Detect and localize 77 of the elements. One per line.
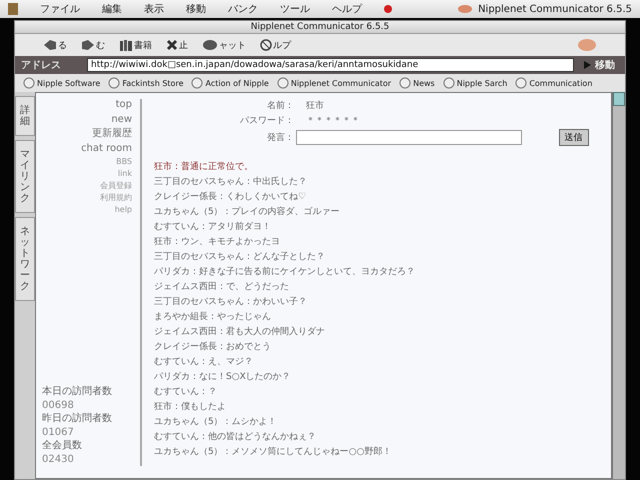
side-tab[interactable]: ネットワーク bbox=[15, 217, 35, 301]
chat-message: 狂市：僕もしたよ bbox=[154, 400, 227, 414]
books-icon bbox=[119, 39, 133, 51]
toolbar-button[interactable]: む bbox=[81, 38, 105, 52]
chat-message: ユカちゃん（5）：ムシかよ！ bbox=[154, 416, 278, 429]
bookmark-link[interactable]: Fackintsh Store bbox=[108, 77, 184, 89]
toolbar-button[interactable]: る bbox=[43, 38, 67, 52]
toolbar-button[interactable]: 書籍 bbox=[119, 38, 152, 52]
bookmark-link[interactable]: Nipple Software bbox=[23, 77, 100, 89]
toolbar-button[interactable]: ャット bbox=[202, 38, 246, 52]
stat-value: 02430 bbox=[42, 452, 75, 466]
chat-message: 三丁目のセバスちゃん：中出氏した？ bbox=[154, 176, 308, 189]
bookmark-icon bbox=[399, 77, 412, 89]
bookmark-icon bbox=[442, 77, 455, 89]
toolbar-button[interactable]: 止 bbox=[166, 38, 188, 52]
menu-item[interactable]: ヘルプ bbox=[332, 2, 362, 16]
app-title: Nipplenet Communicator 6.5.5 bbox=[478, 4, 632, 14]
chat-message: クレイジー係長：くわしくかいてね♡ bbox=[154, 190, 308, 204]
password-value: ＊＊＊＊＊＊ bbox=[305, 115, 361, 127]
bookmark-icon bbox=[515, 77, 528, 89]
stat-label: 全会員数 bbox=[42, 439, 83, 452]
address-label: アドレス bbox=[21, 59, 62, 72]
chat-message: ジェイムス西田：君も大人の仲間入りダナ bbox=[154, 326, 326, 339]
stat-label: 昨日の訪問者数 bbox=[42, 412, 113, 426]
name-label: 名前： bbox=[266, 100, 294, 112]
bookmark-icon bbox=[108, 77, 120, 89]
toolbar-button[interactable]: ルプ bbox=[260, 38, 291, 52]
cross-icon bbox=[166, 39, 178, 51]
menu-item[interactable]: ファイル bbox=[40, 2, 80, 16]
bookmark-icon bbox=[276, 77, 289, 89]
chat-message: まろやか組長：やったじゃん bbox=[154, 310, 272, 324]
play-icon bbox=[584, 61, 591, 69]
chat-message: むすていん：え、マジ？ bbox=[154, 356, 254, 369]
chat-message: 狂市：ウン、キモチよかったヨ bbox=[154, 236, 281, 249]
chat-message: パリダカ：なに！S○Xしたのか？ bbox=[154, 370, 292, 384]
nav-link[interactable]: 更新履歴 bbox=[92, 128, 132, 140]
chat-message: ジェイムス西田：で、どうだった bbox=[154, 281, 290, 294]
record-icon bbox=[384, 5, 392, 13]
window-title: Nipplenet Communicator 6.5.5 bbox=[250, 22, 390, 32]
stat-label: 本日の訪問者数 bbox=[42, 385, 113, 398]
nav-link[interactable]: top bbox=[116, 99, 132, 112]
menu-item[interactable]: ツール bbox=[280, 2, 310, 16]
nav-link[interactable]: new bbox=[111, 114, 132, 126]
chat-message: クレイジー係長：おめでとう bbox=[154, 340, 272, 354]
password-label: パスワード： bbox=[239, 115, 294, 127]
menu-item[interactable]: 表示 bbox=[144, 2, 164, 16]
chat-message: 三丁目のセバスちゃん：どんな子とした？ bbox=[154, 250, 326, 264]
send-button[interactable]: 送信 bbox=[558, 129, 588, 146]
bookmark-link[interactable]: Nipplenet Communicator bbox=[276, 77, 392, 89]
bookmark-link[interactable]: Nipple Sarch bbox=[442, 77, 508, 89]
side-tab[interactable]: マイリンク bbox=[15, 140, 35, 213]
side-tab[interactable]: 詳細 bbox=[15, 96, 35, 136]
bookmark-link[interactable]: Action of Nipple bbox=[191, 77, 269, 89]
stat-value: 00698 bbox=[42, 398, 75, 412]
message-label: 発言： bbox=[266, 132, 294, 144]
chat-message: むすていん：他の皆はどうなんかねぇ？ bbox=[154, 430, 317, 444]
address-field[interactable]: http://wiwiwi.dok□sen.in.japan/dowadowa/sarasa/keri/anntamosukidane bbox=[87, 58, 574, 72]
bookmark-link[interactable]: News bbox=[399, 77, 435, 89]
name-value: 狂市 bbox=[305, 100, 325, 112]
scrollbar-thumb[interactable] bbox=[613, 92, 625, 106]
menu-item[interactable]: 移動 bbox=[186, 2, 206, 16]
bookmark-icon bbox=[23, 77, 35, 89]
chat-message: 三丁目のセバスちゃん：かわいい子？ bbox=[154, 296, 308, 309]
bookmark-link[interactable]: Communication bbox=[515, 77, 592, 89]
nav-link[interactable]: chat room bbox=[81, 142, 132, 155]
menu-item[interactable]: 編集 bbox=[102, 2, 122, 16]
chat-message: 狂市：普通に正常位で。 bbox=[154, 160, 254, 174]
menu-item[interactable]: バンク bbox=[228, 2, 258, 16]
chat-message: むすていん：アタリ前ダヨ！ bbox=[154, 220, 272, 234]
help-icon bbox=[260, 39, 272, 51]
bookmark-icon bbox=[191, 77, 204, 89]
chat-message: ユカちゃん（5）：メソメソ筒にしてんじゃねー○○野郎！ bbox=[154, 446, 392, 459]
chat-message: ユカちゃん（5）：プレイの内容ダ、ゴルァー bbox=[154, 205, 341, 219]
message-field[interactable] bbox=[296, 130, 522, 145]
chat-message: むすていん：？ bbox=[154, 386, 218, 399]
chat-message: パリダカ：好きな子に告る前にケイケンしといて、ヨカタだろ？ bbox=[154, 266, 416, 279]
stat-value: 01067 bbox=[42, 426, 75, 439]
